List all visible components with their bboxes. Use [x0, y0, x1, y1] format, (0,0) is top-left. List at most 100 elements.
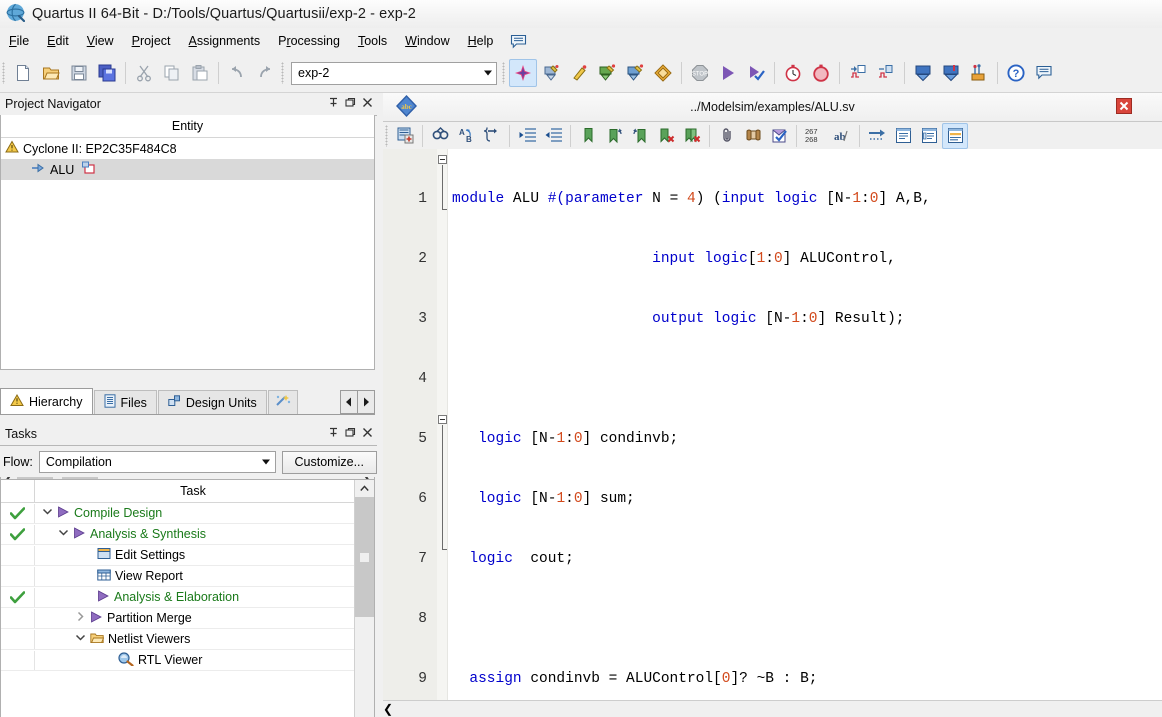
copy-button[interactable]	[158, 59, 186, 87]
timequest-button[interactable]	[621, 59, 649, 87]
help-button[interactable]: ?	[1002, 59, 1030, 87]
speech-bubble-icon[interactable]	[510, 34, 527, 49]
project-navigator-row-alu[interactable]: ALU	[1, 159, 374, 180]
bookmark-next-button[interactable]	[601, 123, 627, 149]
expander-right-icon[interactable]	[75, 611, 86, 625]
notes-button[interactable]	[1030, 59, 1058, 87]
show-whitespace-button[interactable]	[890, 123, 916, 149]
assembler-button[interactable]	[593, 59, 621, 87]
menu-window[interactable]: Window	[396, 31, 458, 51]
tab-scroll-left-button[interactable]	[340, 390, 358, 414]
check-syntax-button[interactable]	[766, 123, 792, 149]
show-outline-button[interactable]	[916, 123, 942, 149]
tasks-vscrollbar[interactable]	[354, 480, 374, 717]
eda-netlist-button[interactable]	[649, 59, 677, 87]
svg-text:B: B	[466, 135, 472, 144]
menu-edit[interactable]: Edit	[38, 31, 78, 51]
save-file-button[interactable]	[65, 59, 93, 87]
stop-button[interactable]: STOP	[686, 59, 714, 87]
rtl-viewer-button[interactable]	[844, 59, 872, 87]
show-panel-button[interactable]	[942, 122, 968, 149]
line-numbers-button[interactable]: 267 268	[801, 123, 829, 149]
pushpin-icon[interactable]	[328, 97, 339, 111]
expander-down-icon[interactable]	[58, 527, 69, 541]
task-row-view-report[interactable]: View Report	[1, 566, 374, 587]
increase-indent-button[interactable]	[514, 123, 540, 149]
menu-view[interactable]: View	[78, 31, 123, 51]
tech-map-viewer-button[interactable]	[872, 59, 900, 87]
analysis-synthesis-button[interactable]	[537, 59, 565, 87]
tab-files[interactable]: Files	[93, 390, 157, 414]
goto-definition-button[interactable]	[864, 123, 890, 149]
task-row-edit-settings[interactable]: Edit Settings	[1, 545, 374, 566]
editor-hscrollbar[interactable]: ❮	[383, 700, 1162, 717]
code-line: 4	[383, 369, 1162, 389]
toolbar-grip-3[interactable]	[502, 62, 505, 84]
find-button[interactable]	[427, 123, 453, 149]
goto-line-button[interactable]	[479, 123, 505, 149]
customize-button[interactable]: Customize...	[281, 450, 377, 474]
undo-button[interactable]	[223, 59, 251, 87]
menu-file[interactable]: FFileile	[0, 31, 38, 51]
task-row-partition-merge[interactable]: Partition Merge	[1, 608, 374, 629]
start-analysis-button[interactable]	[742, 59, 770, 87]
menu-project[interactable]: Project	[123, 31, 180, 51]
line-number: 3	[418, 311, 427, 327]
bookmark-toggle-button[interactable]	[575, 123, 601, 149]
menu-assignments[interactable]: Assignments	[180, 31, 270, 51]
editor-text-area[interactable]: 1 module ALU #(parameter N = 4) (input lo…	[383, 149, 1162, 717]
flow-combo[interactable]: Compilation	[38, 451, 276, 473]
paste-button[interactable]	[186, 59, 214, 87]
task-row-netlist-viewers[interactable]: Netlist Viewers	[1, 629, 374, 650]
bookmark-prev-button[interactable]	[627, 123, 653, 149]
scroll-left-arrow-icon[interactable]: ❮	[383, 702, 393, 716]
toolbar-grip-2[interactable]	[281, 62, 284, 84]
task-row-analysis-synthesis[interactable]: Analysis & Synthesis	[1, 524, 374, 545]
close-x-icon[interactable]	[362, 97, 373, 111]
menu-processing[interactable]: Processing	[269, 31, 349, 51]
tab-ip-components[interactable]	[267, 390, 298, 414]
open-file-button[interactable]	[37, 59, 65, 87]
toolbar-grip[interactable]	[2, 62, 5, 84]
attach-button[interactable]	[714, 123, 740, 149]
tab-design-units[interactable]: Design Units	[157, 390, 267, 414]
task-row-analysis-elaboration[interactable]: Analysis & Elaboration	[1, 587, 374, 608]
cut-button[interactable]	[130, 59, 158, 87]
pushpin-icon[interactable]	[328, 427, 339, 441]
close-x-icon[interactable]	[362, 427, 373, 441]
fitter-button[interactable]	[565, 59, 593, 87]
bookmark-clear-all-button[interactable]	[679, 123, 705, 149]
project-combo[interactable]: exp-2	[291, 61, 497, 85]
programmer-button[interactable]	[909, 59, 937, 87]
new-file-button[interactable]	[9, 59, 37, 87]
tasks-vscroll-thumb[interactable]	[355, 497, 374, 617]
menu-tools[interactable]: Tools	[349, 31, 396, 51]
timequest-analyzer-button[interactable]	[779, 59, 807, 87]
scroll-up-arrow-icon[interactable]	[355, 480, 374, 497]
scroll-doc-button[interactable]	[740, 123, 766, 149]
redo-button[interactable]	[251, 59, 279, 87]
editor-close-button[interactable]	[1116, 97, 1132, 117]
tab-hierarchy[interactable]: Hierarchy	[0, 388, 93, 414]
expander-down-icon[interactable]	[75, 632, 86, 646]
toggle-comments-button[interactable]: ab	[829, 123, 855, 149]
signaltap-button[interactable]	[937, 59, 965, 87]
menu-help[interactable]: Help	[459, 31, 503, 51]
save-all-button[interactable]	[93, 59, 121, 87]
restore-window-icon[interactable]	[345, 97, 356, 111]
pin-planner-button[interactable]	[965, 59, 993, 87]
restore-window-icon[interactable]	[345, 427, 356, 441]
project-navigator-row-device[interactable]: Cyclone II: EP2C35F484C8	[1, 138, 374, 159]
tab-scroll-right-button[interactable]	[357, 390, 375, 414]
task-row-compile-design[interactable]: Compile Design	[1, 503, 374, 524]
bookmark-clear-button[interactable]	[653, 123, 679, 149]
start-button[interactable]	[714, 59, 742, 87]
insert-template-button[interactable]	[392, 123, 418, 149]
decrease-indent-button[interactable]	[540, 123, 566, 149]
expander-down-icon[interactable]	[42, 506, 53, 520]
classic-timing-button[interactable]	[807, 59, 835, 87]
start-compilation-button[interactable]	[509, 59, 537, 87]
editor-toolbar-grip[interactable]	[385, 124, 388, 147]
task-row-rtl-viewer[interactable]: RTL Viewer	[1, 650, 374, 671]
replace-button[interactable]: AB	[453, 123, 479, 149]
